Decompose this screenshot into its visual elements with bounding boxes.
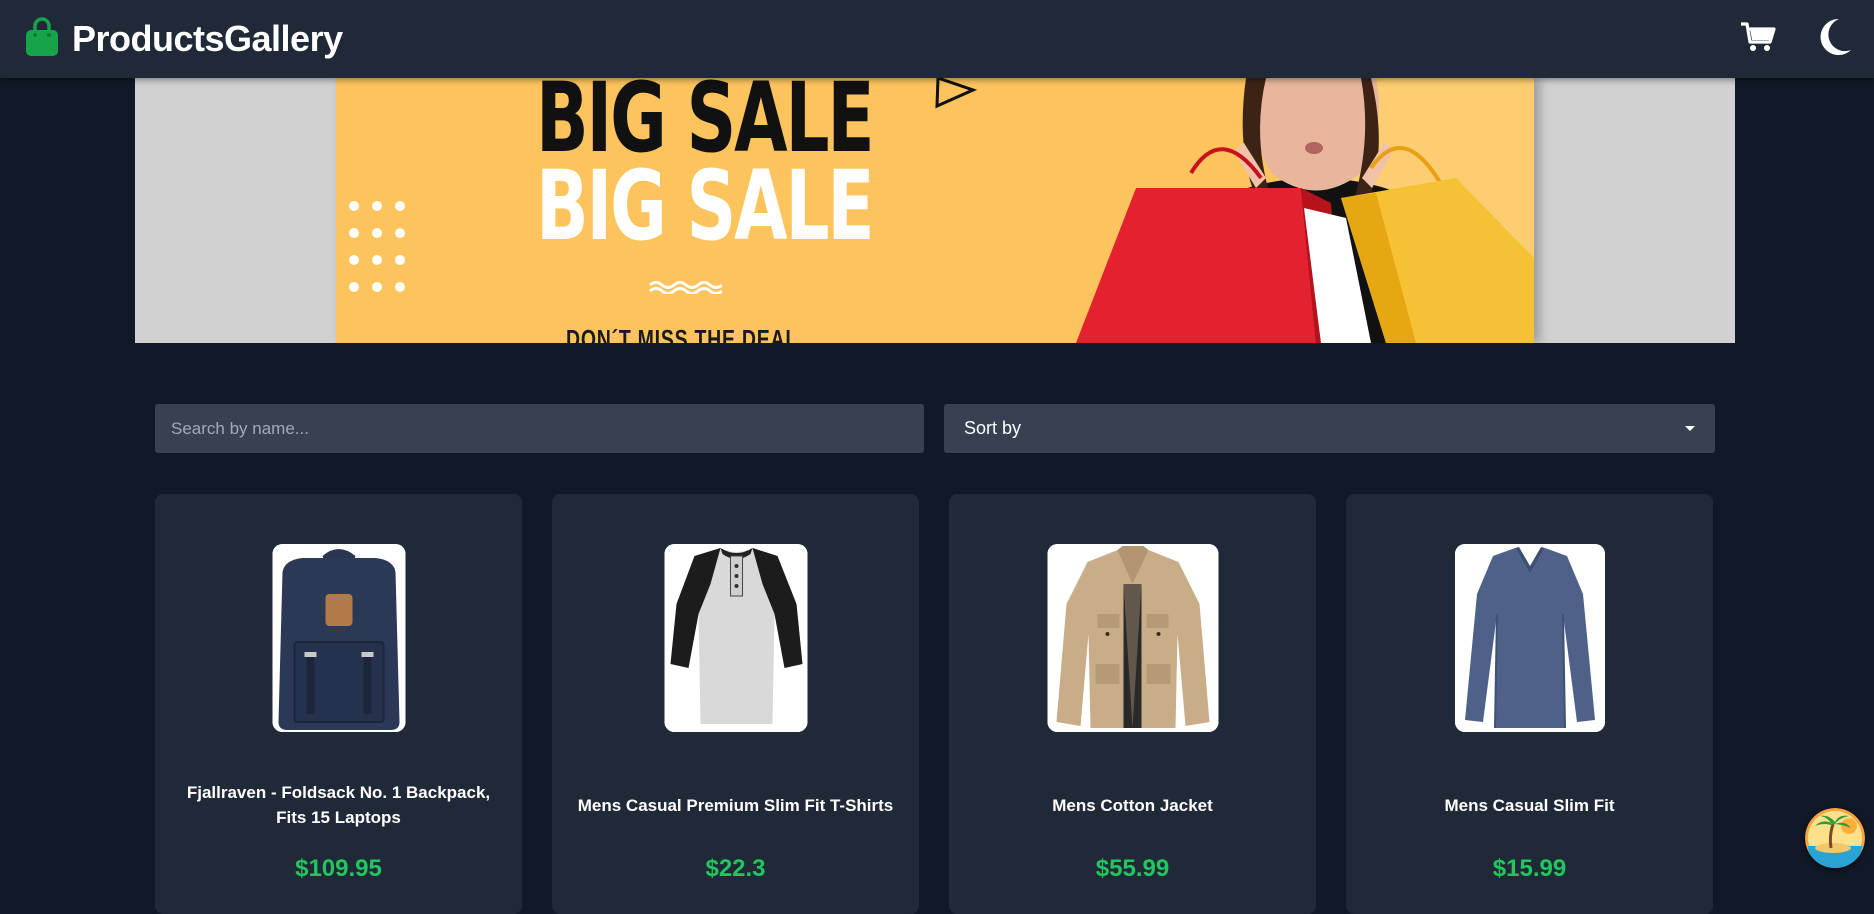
moon-icon — [1815, 17, 1853, 62]
product-card[interactable]: Mens Casual Slim Fit $15.99 — [1346, 494, 1713, 914]
banner-headline-2: BIG SALE — [536, 150, 875, 262]
floating-widget-button[interactable] — [1805, 808, 1865, 868]
sort-label: Sort by — [964, 418, 1022, 438]
product-card[interactable]: Mens Casual Premium Slim Fit T-Shirts $2… — [552, 494, 919, 914]
chevron-down-icon — [1685, 426, 1695, 431]
product-title: Mens Casual Slim Fit — [1444, 795, 1615, 815]
banner-image: BIG SALE BIG SALE DON´T MISS THE DEAL — [336, 78, 1534, 343]
product-card[interactable]: Fjallraven - Foldsack No. 1 Backpack, Fi… — [155, 494, 522, 914]
navbar: ProductsGallery — [0, 0, 1874, 78]
cart-icon — [1740, 21, 1776, 58]
product-card[interactable]: Mens Cotton Jacket $55.99 — [949, 494, 1316, 914]
app-title: ProductsGallery — [72, 18, 343, 59]
dots-decoration — [349, 201, 405, 292]
product-image[interactable] — [1454, 544, 1605, 732]
shopping-bag-icon — [24, 16, 60, 62]
cart-button[interactable] — [1738, 19, 1778, 59]
sort-select[interactable]: Sort by — [944, 404, 1715, 453]
product-title: Mens Casual Premium Slim Fit T-Shirts — [577, 795, 894, 815]
brand[interactable]: ProductsGallery — [24, 16, 343, 62]
shopping-woman-illustration — [1076, 78, 1534, 343]
product-grid: Fjallraven - Foldsack No. 1 Backpack, Fi… — [155, 494, 1715, 914]
nav-actions — [1738, 17, 1858, 62]
triangle-decoration — [935, 78, 977, 109]
filter-controls: Sort by — [155, 404, 1715, 454]
hero-banner: BIG SALE BIG SALE DON´T MISS THE DEAL — [135, 78, 1735, 343]
wave-decoration — [649, 281, 722, 294]
beach-island-icon — [1805, 808, 1865, 868]
banner-tagline: DON´T MISS THE DEAL — [566, 324, 799, 343]
product-image[interactable] — [272, 544, 405, 732]
theme-toggle-button[interactable] — [1814, 17, 1854, 62]
product-image[interactable] — [1047, 544, 1218, 732]
product-image[interactable] — [664, 544, 807, 732]
product-title: Fjallraven - Foldsack No. 1 Backpack, Fi… — [186, 783, 491, 827]
product-title: Mens Cotton Jacket — [1052, 795, 1213, 815]
search-input[interactable] — [155, 404, 924, 453]
